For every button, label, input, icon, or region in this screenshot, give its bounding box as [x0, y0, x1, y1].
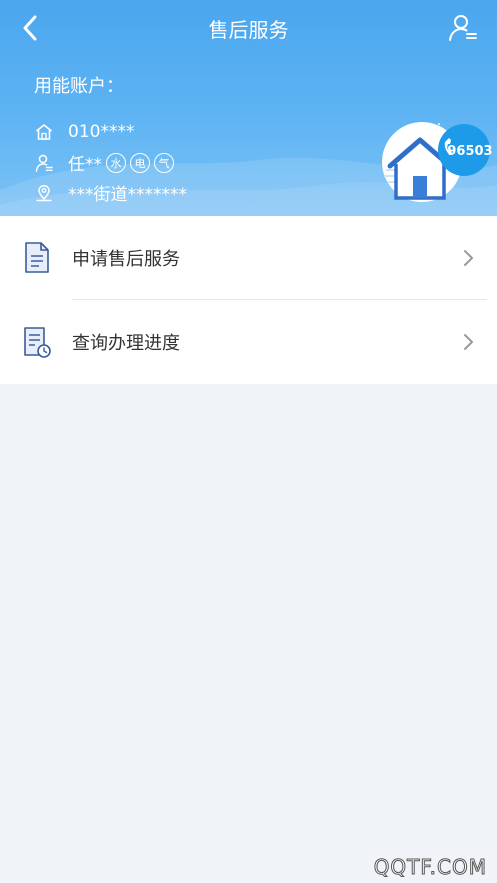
menu-item-label: 申请售后服务 [72, 249, 180, 270]
chevron-right-icon [464, 334, 473, 350]
electric-badge: 电 [130, 152, 150, 173]
water-badge: 水 [106, 152, 126, 173]
home-icon [34, 122, 54, 142]
menu-item-label: 查询办理进度 [72, 333, 180, 354]
document-clock-icon [24, 327, 51, 358]
menu-item-query-progress[interactable]: 查询办理进度 [0, 300, 497, 384]
account-label: 用能账户： [34, 76, 124, 97]
address-row: ***街道******* [34, 180, 187, 205]
watermark: QQTF.COM [373, 855, 487, 880]
page-title: 售后服务 [208, 18, 289, 42]
chevron-right-icon [464, 250, 473, 266]
user-list-icon [449, 15, 477, 41]
location-icon [34, 183, 54, 203]
account-name: 任** [68, 155, 102, 175]
account-number-row: 010**** [34, 122, 134, 142]
account-name-row: 任** 水 电 气 [34, 150, 174, 175]
document-icon [25, 242, 49, 273]
person-icon [34, 153, 54, 173]
address: ***街道******* [68, 185, 187, 205]
header-banner: 售后服务 用能账户： 010**** 任** 水 电 气 ***街道******… [0, 0, 497, 216]
account-number: 010**** [68, 122, 135, 142]
hotline-number: 96503 [447, 144, 492, 159]
house-hotline-illustration: 96503 [382, 122, 493, 202]
user-list-button[interactable] [445, 10, 481, 46]
gas-badge: 气 [154, 152, 174, 173]
top-bar: 售后服务 [0, 0, 497, 56]
service-menu: 申请售后服务 查询办理进度 [0, 216, 497, 384]
menu-item-apply-service[interactable]: 申请售后服务 [0, 216, 497, 300]
